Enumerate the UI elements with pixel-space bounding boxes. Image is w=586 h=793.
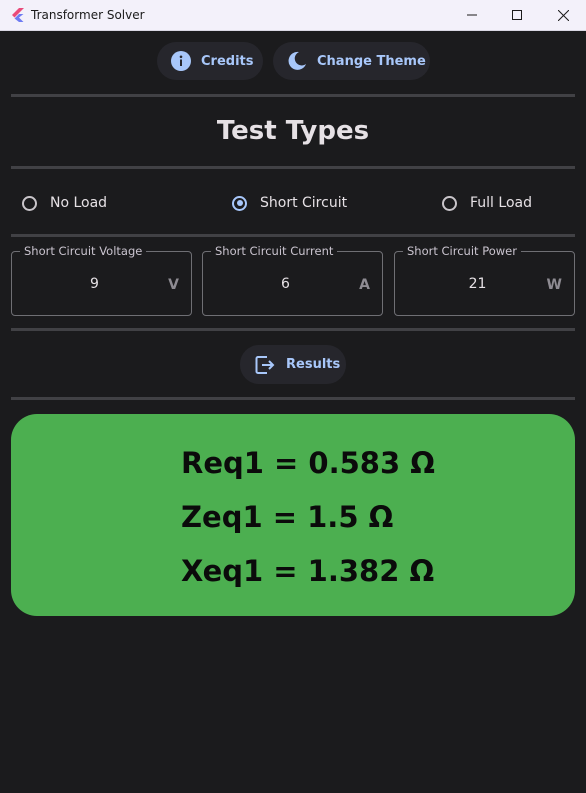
credits-button[interactable]: Credits (157, 42, 263, 80)
short-circuit-voltage-field[interactable]: Short Circuit Voltage 9 V (11, 244, 192, 316)
result-zeq1: Zeq1 = 1.5 Ω (181, 500, 394, 534)
maximize-button[interactable] (494, 0, 540, 30)
divider (11, 397, 575, 400)
radio-button-icon (442, 195, 457, 211)
field-value[interactable]: 21 (395, 276, 560, 292)
radio-no-load[interactable]: No Load (22, 192, 107, 214)
result-xeq1: Xeq1 = 1.382 Ω (181, 554, 435, 588)
radio-button-icon (22, 195, 37, 211)
short-circuit-current-field[interactable]: Short Circuit Current 6 A (202, 244, 383, 316)
flutter-app-icon (12, 8, 24, 22)
field-label: Short Circuit Power (403, 244, 521, 258)
radio-label: Full Load (470, 195, 532, 211)
divider (11, 94, 575, 97)
field-value[interactable]: 6 (203, 276, 368, 292)
field-value[interactable]: 9 (12, 276, 177, 292)
radio-button-selected-icon (232, 195, 247, 211)
results-card: Req1 = 0.583 Ω Zeq1 = 1.5 Ω Xeq1 = 1.382… (11, 414, 575, 616)
field-label: Short Circuit Current (211, 244, 338, 258)
info-icon (171, 51, 191, 71)
divider (11, 166, 575, 169)
credits-label: Credits (201, 53, 254, 69)
short-circuit-power-field[interactable]: Short Circuit Power 21 W (394, 244, 575, 316)
moon-icon (287, 51, 307, 71)
field-unit: A (359, 277, 370, 293)
output-icon (254, 354, 276, 376)
title-bar: Transformer Solver (0, 0, 586, 31)
results-label: Results (286, 357, 341, 372)
radio-short-circuit[interactable]: Short Circuit (232, 192, 347, 214)
divider (11, 234, 575, 237)
radio-label: No Load (50, 195, 108, 211)
minimize-icon (467, 14, 477, 16)
minimize-button[interactable] (449, 0, 495, 30)
change-theme-button[interactable]: Change Theme (273, 42, 430, 80)
results-button[interactable]: Results (240, 345, 346, 384)
section-title: Test Types (216, 116, 370, 146)
maximize-icon (512, 10, 522, 20)
radio-label: Short Circuit (260, 195, 348, 211)
window-title: Transformer Solver (31, 8, 145, 22)
field-label: Short Circuit Voltage (20, 244, 147, 258)
radio-full-load[interactable]: Full Load (442, 192, 532, 214)
divider (11, 328, 575, 331)
change-theme-label: Change Theme (317, 53, 426, 69)
close-button[interactable] (540, 0, 586, 30)
result-req1: Req1 = 0.583 Ω (181, 446, 435, 480)
field-unit: W (546, 277, 562, 293)
field-unit: V (168, 277, 179, 293)
close-icon (557, 9, 569, 21)
